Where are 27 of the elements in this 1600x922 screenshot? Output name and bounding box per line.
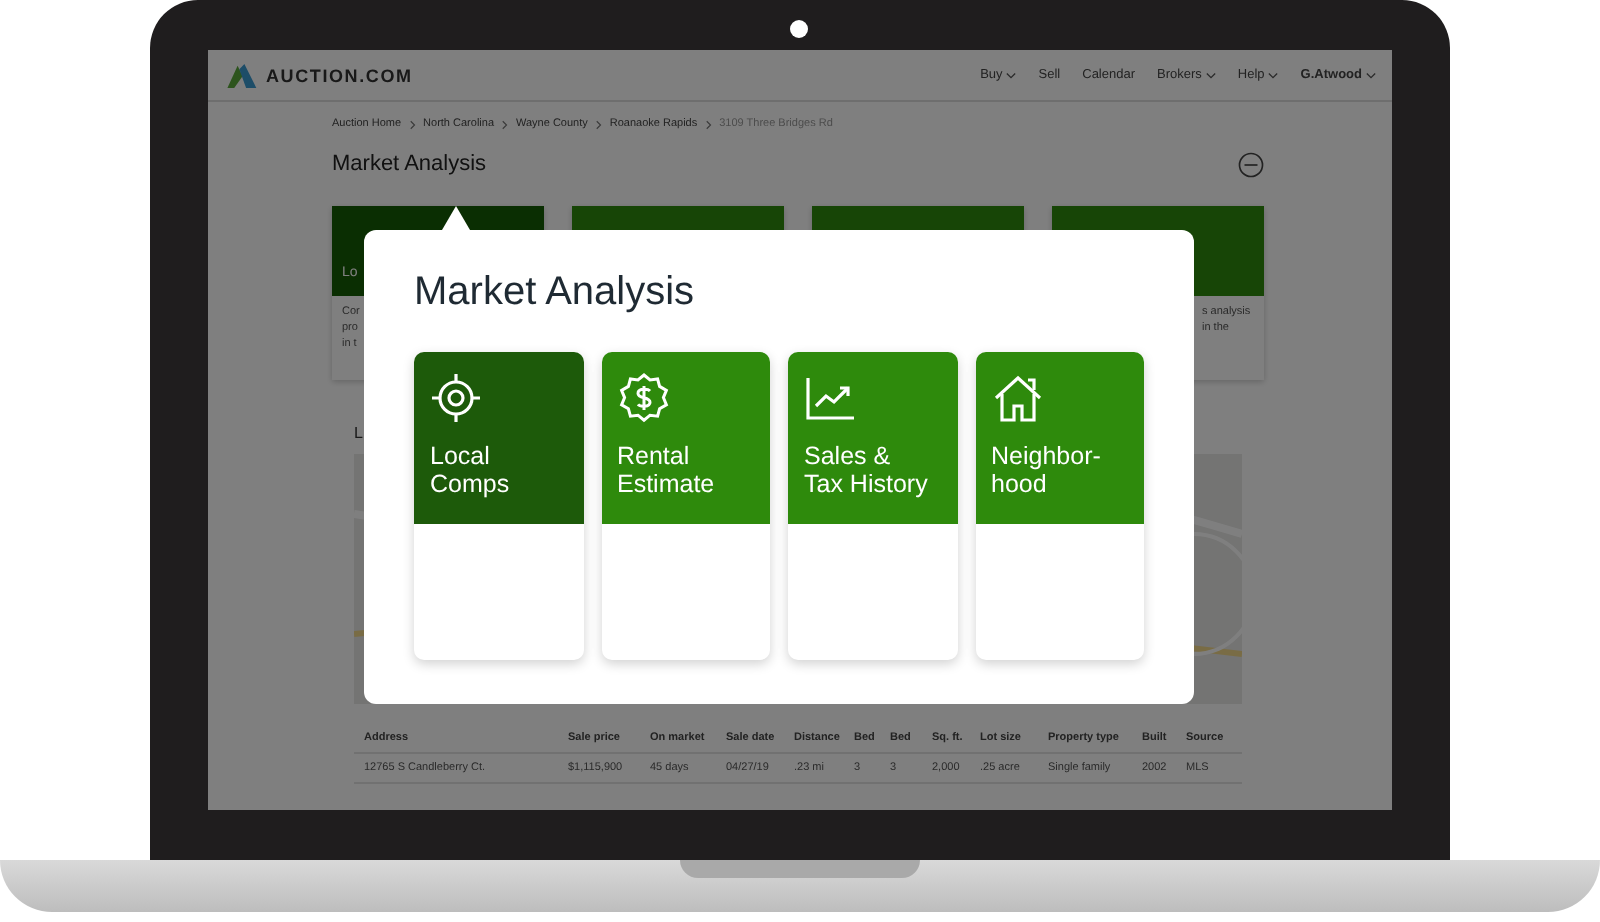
logo-text[interactable]: AUCTION.COM [266, 65, 413, 85]
caret-icon [1268, 71, 1279, 79]
chevron-icon [595, 119, 602, 129]
target-icon [430, 372, 482, 424]
analysis-tile[interactable]: Sales & Tax History [788, 352, 957, 660]
logo-icon [224, 61, 258, 89]
analysis-tile[interactable]: Local Comps [414, 352, 583, 660]
analysis-tile[interactable]: Neighbor- hood [975, 352, 1144, 660]
tile-title: Neighbor- hood [991, 442, 1103, 498]
section-heading: L [354, 424, 365, 444]
analysis-tile[interactable]: Rental Estimate [601, 352, 770, 660]
camera-dot [790, 20, 808, 38]
tile-title: Local Comps [430, 442, 512, 498]
tile-title: Sales & Tax History [804, 442, 930, 498]
chart-icon [804, 372, 856, 424]
house-icon [991, 372, 1043, 424]
caret-icon [1006, 71, 1017, 79]
chevron-icon [409, 119, 416, 129]
caret-icon [1366, 71, 1376, 79]
page-title: Market Analysis [332, 152, 487, 176]
dollar-badge-icon [617, 372, 669, 424]
chevron-icon [502, 119, 509, 129]
collapse-icon[interactable] [1238, 151, 1264, 177]
modal-title: Market Analysis [414, 270, 697, 318]
tile-title: Rental Estimate [617, 442, 717, 498]
caret-icon [1205, 71, 1216, 79]
chevron-icon [705, 119, 712, 129]
